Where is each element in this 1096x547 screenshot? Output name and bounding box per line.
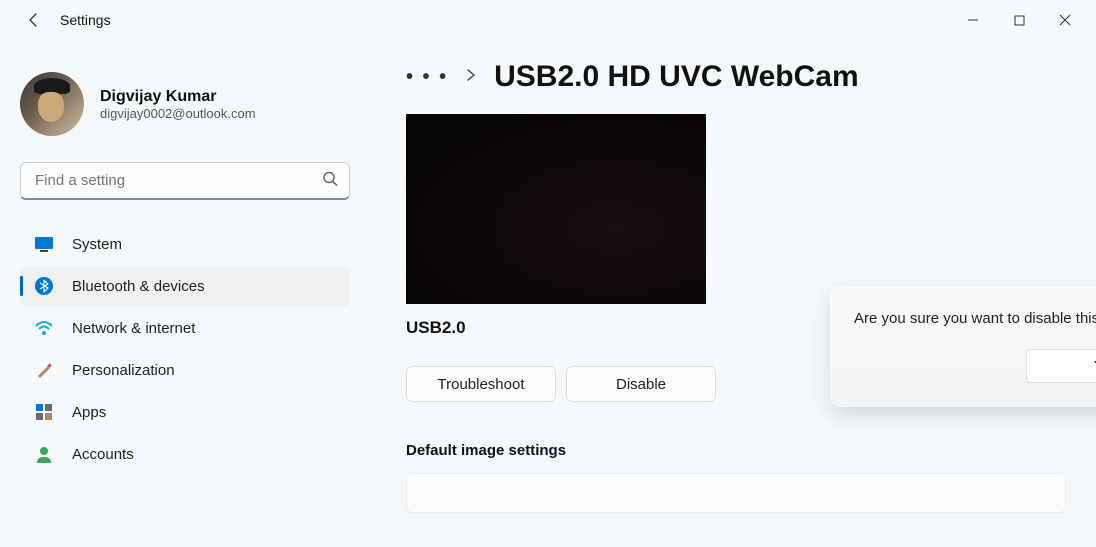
profile-name: Digvijay Kumar	[100, 88, 256, 106]
nav-label: Bluetooth & devices	[72, 278, 205, 295]
bluetooth-icon	[34, 276, 54, 296]
network-icon	[34, 318, 54, 338]
apps-icon	[34, 402, 54, 422]
minimize-button[interactable]	[950, 4, 996, 36]
search-input[interactable]	[20, 162, 350, 200]
section-default-image: Default image settings	[406, 442, 1066, 459]
settings-card[interactable]	[406, 473, 1066, 513]
nav-item-accounts[interactable]: Accounts	[20, 434, 350, 474]
nav: System Bluetooth & devices Network & int…	[20, 224, 350, 474]
personalization-icon	[34, 360, 54, 380]
profile-block[interactable]: Digvijay Kumar digvijay0002@outlook.com	[20, 60, 350, 156]
sidebar: Digvijay Kumar digvijay0002@outlook.com …	[0, 40, 360, 547]
dialog-yes-button[interactable]: Yes	[1026, 349, 1096, 383]
close-button[interactable]	[1042, 4, 1088, 36]
accounts-icon	[34, 444, 54, 464]
nav-label: Network & internet	[72, 320, 195, 337]
confirm-dialog: Are you sure you want to disable this de…	[830, 286, 1096, 407]
disable-button[interactable]: Disable	[566, 366, 716, 402]
dialog-message: Are you sure you want to disable this de…	[854, 310, 1096, 327]
nav-label: Apps	[72, 404, 106, 421]
nav-item-system[interactable]: System	[20, 224, 350, 264]
nav-item-bluetooth[interactable]: Bluetooth & devices	[20, 266, 350, 306]
profile-email: digvijay0002@outlook.com	[100, 106, 256, 121]
system-icon	[34, 234, 54, 254]
nav-label: System	[72, 236, 122, 253]
titlebar: Settings	[0, 0, 1096, 40]
breadcrumb: • • • USB2.0 HD UVC WebCam	[406, 60, 1066, 94]
troubleshoot-button[interactable]: Troubleshoot	[406, 366, 556, 402]
breadcrumb-more[interactable]: • • •	[406, 66, 448, 89]
nav-item-apps[interactable]: Apps	[20, 392, 350, 432]
page-title: USB2.0 HD UVC WebCam	[494, 60, 859, 94]
maximize-button[interactable]	[996, 4, 1042, 36]
nav-label: Personalization	[72, 362, 175, 379]
nav-item-network[interactable]: Network & internet	[20, 308, 350, 348]
search-wrap	[20, 162, 350, 200]
chevron-right-icon	[466, 68, 476, 87]
back-button[interactable]	[24, 10, 44, 30]
camera-preview	[406, 114, 706, 304]
window-title: Settings	[60, 12, 111, 28]
avatar	[20, 72, 84, 136]
search-icon	[322, 171, 338, 192]
main-content: • • • USB2.0 HD UVC WebCam USB2.0 Troubl…	[360, 40, 1096, 547]
nav-label: Accounts	[72, 446, 134, 463]
nav-item-personalization[interactable]: Personalization	[20, 350, 350, 390]
